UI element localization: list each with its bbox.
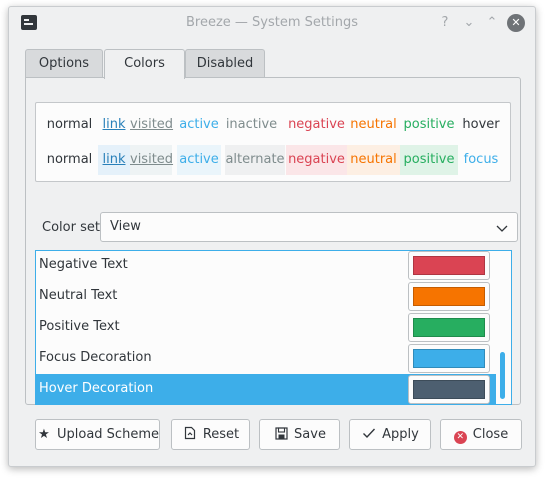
preview-link: link: [98, 145, 130, 175]
preview-visited: visited: [130, 145, 173, 175]
apply-label: Apply: [382, 427, 419, 442]
help-button[interactable]: ?: [436, 14, 454, 32]
color-picker-button[interactable]: [408, 344, 490, 373]
color-role-label: Positive Text: [39, 319, 120, 334]
preview-negative: negative: [286, 145, 347, 175]
color-swatch: [413, 380, 485, 399]
preview-hover: hover: [462, 117, 500, 132]
preview-link: link: [102, 117, 126, 132]
color-swatch: [413, 287, 485, 306]
reset-button[interactable]: Reset: [171, 419, 250, 450]
maximize-button[interactable]: ⌃: [483, 14, 501, 32]
document-revert-icon: [182, 420, 198, 449]
upload-scheme-label: Upload Scheme: [57, 427, 159, 442]
title-bar[interactable]: Breeze — System Settings ? ⌄ ⌃ ✕: [9, 7, 535, 39]
preview-neutral: neutral: [347, 145, 400, 175]
list-item[interactable]: Neutral Text: [36, 281, 496, 312]
preview-normal: normal: [46, 117, 93, 132]
preview-positive: positive: [400, 145, 458, 175]
list-scrollbar[interactable]: [494, 251, 511, 404]
color-swatch: [413, 318, 485, 337]
tab-options[interactable]: Options: [25, 49, 103, 78]
apply-button[interactable]: Apply: [349, 419, 431, 450]
preview-alternate: alternate: [225, 145, 285, 175]
preview-neutral: neutral: [350, 117, 397, 132]
tab-disabled[interactable]: Disabled: [185, 49, 265, 78]
close-icon: ✕: [453, 431, 467, 444]
list-item[interactable]: Negative Text: [36, 251, 496, 281]
color-role-label: Hover Decoration: [39, 381, 154, 396]
close-button[interactable]: ✕ Close: [440, 419, 522, 450]
list-item[interactable]: Hover Decoration: [36, 374, 496, 404]
color-picker-button[interactable]: [408, 282, 490, 311]
color-picker-button[interactable]: [408, 251, 490, 280]
color-preview: normal link visited active inactive nega…: [35, 102, 511, 182]
reset-label: Reset: [202, 427, 240, 442]
upload-scheme-button[interactable]: ★ Upload Scheme: [35, 419, 160, 450]
color-swatch: [413, 349, 485, 368]
star-icon: ★: [38, 427, 50, 442]
color-role-label: Focus Decoration: [39, 350, 152, 365]
save-label: Save: [294, 427, 326, 442]
color-role-label: Neutral Text: [39, 288, 118, 303]
preview-inactive: inactive: [225, 117, 278, 132]
checkmark-icon: [361, 420, 377, 449]
color-swatch: [413, 256, 485, 275]
color-picker-button[interactable]: [408, 313, 490, 342]
preview-visited: visited: [130, 117, 174, 132]
preview-positive: positive: [403, 117, 455, 132]
minimize-button[interactable]: ⌄: [460, 14, 478, 32]
save-button[interactable]: Save: [259, 419, 340, 450]
list-item[interactable]: Positive Text: [36, 312, 496, 343]
chevron-down-icon: [496, 225, 508, 232]
close-label: Close: [472, 427, 509, 442]
color-set-value: View: [110, 219, 141, 234]
color-set-dropdown[interactable]: View: [100, 212, 518, 242]
preview-active: active: [177, 145, 221, 175]
list-item[interactable]: Focus Decoration: [36, 343, 496, 374]
settings-window: Breeze — System Settings ? ⌄ ⌃ ✕ Options…: [8, 6, 536, 467]
window-title: Breeze — System Settings: [186, 15, 358, 30]
tab-colors[interactable]: Colors: [104, 49, 185, 79]
preview-negative: negative: [288, 117, 345, 132]
color-picker-button[interactable]: [408, 375, 490, 404]
color-set-label: Color set:: [42, 220, 105, 235]
color-role-label: Negative Text: [39, 257, 128, 272]
save-icon: [273, 420, 289, 449]
preview-focus: focus: [463, 152, 499, 167]
color-role-list[interactable]: Negative Text Neutral Text Positive Text…: [35, 250, 512, 405]
preview-active: active: [179, 117, 219, 132]
preview-normal: normal: [46, 152, 93, 167]
close-window-button[interactable]: ✕: [507, 14, 525, 32]
scroll-handle[interactable]: [500, 352, 505, 399]
colors-panel: normal link visited active inactive nega…: [25, 77, 521, 405]
